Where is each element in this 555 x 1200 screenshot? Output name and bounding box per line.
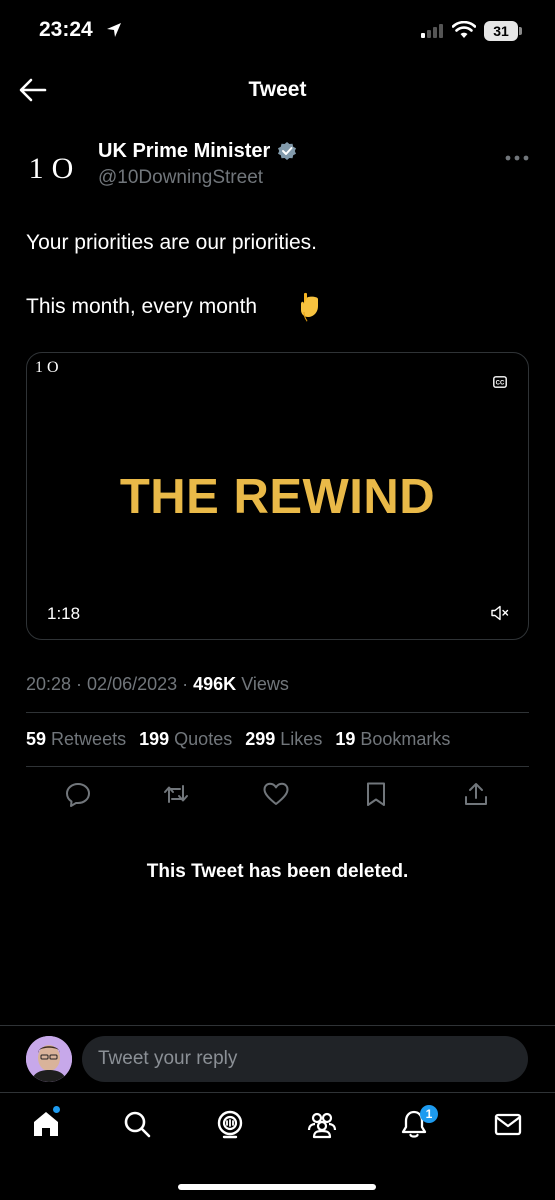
tweet-text-line: Your priorities are our priorities. bbox=[26, 231, 318, 254]
author-name[interactable]: UK Prime Minister bbox=[98, 140, 270, 163]
tweet-actions bbox=[26, 780, 529, 812]
point-down-emoji-icon bbox=[296, 292, 322, 327]
page-title: Tweet bbox=[248, 78, 307, 101]
likes-stat[interactable]: 299 Likes bbox=[245, 729, 322, 749]
tweet-time: 20:28 bbox=[26, 674, 72, 694]
home-icon[interactable] bbox=[31, 1109, 61, 1139]
svg-text:CC: CC bbox=[496, 381, 505, 387]
user-avatar[interactable] bbox=[26, 1036, 72, 1082]
reply-composer bbox=[0, 1025, 555, 1092]
bookmarks-stat[interactable]: 19 Bookmarks bbox=[335, 729, 450, 749]
views-label: Views bbox=[241, 674, 289, 694]
notifications-badge: 1 bbox=[420, 1105, 438, 1123]
retweet-icon[interactable] bbox=[162, 780, 190, 808]
search-icon[interactable] bbox=[122, 1109, 152, 1139]
top-header: Tweet bbox=[0, 62, 555, 118]
wifi-icon bbox=[451, 20, 477, 44]
media-logo: 1O bbox=[35, 359, 63, 376]
bookmark-icon[interactable] bbox=[362, 780, 390, 808]
more-options-icon[interactable] bbox=[504, 149, 530, 161]
share-icon[interactable] bbox=[462, 780, 490, 808]
views-count: 496K bbox=[193, 674, 237, 694]
location-arrow-icon bbox=[106, 22, 122, 43]
engagement-stats: 59 Retweets 199 Quotes 299 Likes 19 Book… bbox=[26, 729, 458, 750]
home-unread-dot bbox=[53, 1106, 60, 1113]
spaces-icon[interactable] bbox=[215, 1109, 245, 1139]
tweet-detail-screen: 23:24 31 Tweet 1O UK Prime Minister @10D… bbox=[0, 0, 555, 1200]
status-bar: 23:24 31 bbox=[0, 0, 555, 62]
retweets-stat[interactable]: 59 Retweets bbox=[26, 729, 126, 749]
video-media[interactable]: 1O CC THE REWIND 1:18 bbox=[26, 352, 529, 640]
verified-badge-icon bbox=[277, 141, 297, 166]
author-handle[interactable]: @10DowningStreet bbox=[98, 167, 263, 189]
divider bbox=[26, 712, 529, 713]
tweet-meta: 20:28 · 02/06/2023 · 496K Views bbox=[26, 674, 289, 694]
home-indicator[interactable] bbox=[178, 1184, 376, 1190]
like-heart-icon[interactable] bbox=[262, 780, 290, 808]
status-time: 23:24 bbox=[39, 18, 93, 41]
closed-captions-icon[interactable]: CC bbox=[493, 375, 507, 393]
battery-indicator: 31 bbox=[484, 21, 522, 41]
messages-mail-icon[interactable] bbox=[493, 1109, 523, 1139]
tweet-date: 02/06/2023 bbox=[87, 674, 178, 694]
media-title: THE REWIND bbox=[119, 470, 436, 524]
video-duration: 1:18 bbox=[47, 604, 81, 623]
deleted-tweet-notice: This Tweet has been deleted. bbox=[146, 861, 409, 882]
muted-speaker-icon[interactable] bbox=[491, 605, 509, 626]
communities-icon[interactable] bbox=[307, 1109, 337, 1139]
cellular-signal-icon bbox=[421, 24, 447, 43]
author-avatar[interactable]: 1O bbox=[26, 140, 84, 198]
tweet-text-line: This month, every month bbox=[26, 295, 258, 318]
reply-icon[interactable] bbox=[64, 780, 92, 808]
reply-input[interactable] bbox=[82, 1036, 528, 1082]
divider bbox=[26, 766, 529, 767]
quotes-stat[interactable]: 199 Quotes bbox=[139, 729, 232, 749]
